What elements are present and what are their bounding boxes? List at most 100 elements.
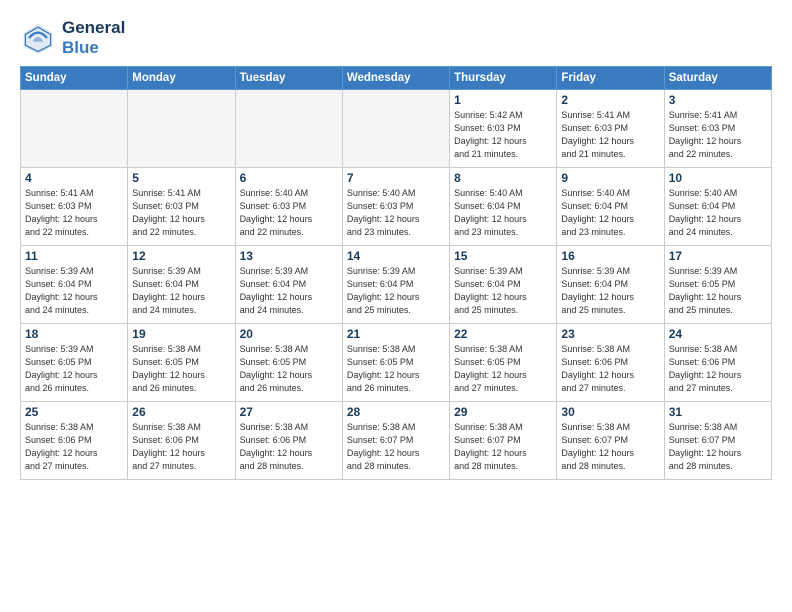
day-number: 16 — [561, 249, 659, 263]
day-info: Sunrise: 5:38 AM Sunset: 6:07 PM Dayligh… — [347, 421, 445, 473]
calendar-cell: 2 Sunrise: 5:41 AM Sunset: 6:03 PM Daylig… — [557, 90, 664, 168]
day-number: 13 — [240, 249, 338, 263]
calendar-cell: 25Sunrise: 5:38 AM Sunset: 6:06 PM Dayli… — [21, 402, 128, 480]
calendar-cell — [342, 90, 449, 168]
calendar-cell: 5Sunrise: 5:41 AM Sunset: 6:03 PM Daylig… — [128, 168, 235, 246]
logo-icon — [20, 20, 56, 56]
day-number: 7 — [347, 171, 445, 185]
calendar-cell: 6Sunrise: 5:40 AM Sunset: 6:03 PM Daylig… — [235, 168, 342, 246]
day-number: 10 — [669, 171, 767, 185]
weekday-header-monday: Monday — [128, 67, 235, 90]
day-info: Sunrise: 5:39 AM Sunset: 6:04 PM Dayligh… — [561, 265, 659, 317]
day-info: Sunrise: 5:40 AM Sunset: 6:03 PM Dayligh… — [347, 187, 445, 239]
calendar-cell: 20 Sunrise: 5:38 AM Sunset: 6:05 PM Dayli… — [235, 324, 342, 402]
day-info: Sunrise: 5:39 AM Sunset: 6:04 PM Dayligh… — [240, 265, 338, 317]
day-info: Sunrise: 5:38 AM Sunset: 6:05 PM Dayligh… — [240, 343, 338, 395]
day-number: 29 — [454, 405, 552, 419]
day-info: Sunrise: 5:41 AM Sunset: 6:03 PM Dayligh… — [561, 109, 659, 161]
calendar-cell: 4Sunrise: 5:41 AM Sunset: 6:03 PM Daylig… — [21, 168, 128, 246]
day-number: 2 — [561, 93, 659, 107]
weekday-header-wednesday: Wednesday — [342, 67, 449, 90]
calendar-table: SundayMondayTuesdayWednesdayThursdayFrid… — [20, 66, 772, 480]
day-info: Sunrise: 5:39 AM Sunset: 6:05 PM Dayligh… — [25, 343, 123, 395]
day-info: Sunrise: 5:38 AM Sunset: 6:07 PM Dayligh… — [561, 421, 659, 473]
calendar-cell: 3Sunrise: 5:41 AM Sunset: 6:03 PM Daylig… — [664, 90, 771, 168]
calendar-cell: 21Sunrise: 5:38 AM Sunset: 6:05 PM Dayli… — [342, 324, 449, 402]
day-number: 30 — [561, 405, 659, 419]
day-number: 24 — [669, 327, 767, 341]
weekday-header-friday: Friday — [557, 67, 664, 90]
week-row-3: 11Sunrise: 5:39 AM Sunset: 6:04 PM Dayli… — [21, 246, 772, 324]
calendar-cell: 31 Sunrise: 5:38 AM Sunset: 6:07 PM Dayli… — [664, 402, 771, 480]
calendar-cell: 7 Sunrise: 5:40 AM Sunset: 6:03 PM Daylig… — [342, 168, 449, 246]
calendar-header: SundayMondayTuesdayWednesdayThursdayFrid… — [21, 67, 772, 90]
day-number: 15 — [454, 249, 552, 263]
day-number: 12 — [132, 249, 230, 263]
day-number: 9 — [561, 171, 659, 185]
day-number: 1 — [454, 93, 552, 107]
day-info: Sunrise: 5:39 AM Sunset: 6:04 PM Dayligh… — [347, 265, 445, 317]
logo: General Blue — [20, 18, 125, 58]
day-info: Sunrise: 5:39 AM Sunset: 6:05 PM Dayligh… — [669, 265, 767, 317]
day-number: 8 — [454, 171, 552, 185]
calendar-cell: 29Sunrise: 5:38 AM Sunset: 6:07 PM Dayli… — [450, 402, 557, 480]
calendar-body: 1 Sunrise: 5:42 AM Sunset: 6:03 PM Daylig… — [21, 90, 772, 480]
calendar-cell: 19 Sunrise: 5:38 AM Sunset: 6:05 PM Dayli… — [128, 324, 235, 402]
day-info: Sunrise: 5:38 AM Sunset: 6:06 PM Dayligh… — [240, 421, 338, 473]
day-info: Sunrise: 5:40 AM Sunset: 6:04 PM Dayligh… — [561, 187, 659, 239]
day-number: 28 — [347, 405, 445, 419]
day-number: 18 — [25, 327, 123, 341]
weekday-header-row: SundayMondayTuesdayWednesdayThursdayFrid… — [21, 67, 772, 90]
day-info: Sunrise: 5:39 AM Sunset: 6:04 PM Dayligh… — [25, 265, 123, 317]
day-number: 22 — [454, 327, 552, 341]
day-number: 26 — [132, 405, 230, 419]
weekday-header-tuesday: Tuesday — [235, 67, 342, 90]
page: General Blue SundayMondayTuesdayWednesda… — [0, 0, 792, 612]
week-row-4: 18 Sunrise: 5:39 AM Sunset: 6:05 PM Dayli… — [21, 324, 772, 402]
calendar-cell: 28 Sunrise: 5:38 AM Sunset: 6:07 PM Dayli… — [342, 402, 449, 480]
day-info: Sunrise: 5:39 AM Sunset: 6:04 PM Dayligh… — [454, 265, 552, 317]
calendar-cell: 15 Sunrise: 5:39 AM Sunset: 6:04 PM Dayli… — [450, 246, 557, 324]
calendar-cell: 18 Sunrise: 5:39 AM Sunset: 6:05 PM Dayli… — [21, 324, 128, 402]
calendar-cell: 10 Sunrise: 5:40 AM Sunset: 6:04 PM Dayli… — [664, 168, 771, 246]
day-info: Sunrise: 5:42 AM Sunset: 6:03 PM Dayligh… — [454, 109, 552, 161]
day-info: Sunrise: 5:40 AM Sunset: 6:03 PM Dayligh… — [240, 187, 338, 239]
calendar-cell: 9 Sunrise: 5:40 AM Sunset: 6:04 PM Daylig… — [557, 168, 664, 246]
calendar-cell: 16 Sunrise: 5:39 AM Sunset: 6:04 PM Dayli… — [557, 246, 664, 324]
logo-text: General Blue — [62, 18, 125, 58]
calendar-cell: 22 Sunrise: 5:38 AM Sunset: 6:05 PM Dayli… — [450, 324, 557, 402]
calendar-cell: 13 Sunrise: 5:39 AM Sunset: 6:04 PM Dayli… — [235, 246, 342, 324]
day-info: Sunrise: 5:38 AM Sunset: 6:06 PM Dayligh… — [561, 343, 659, 395]
day-info: Sunrise: 5:40 AM Sunset: 6:04 PM Dayligh… — [454, 187, 552, 239]
day-info: Sunrise: 5:38 AM Sunset: 6:07 PM Dayligh… — [669, 421, 767, 473]
day-info: Sunrise: 5:38 AM Sunset: 6:05 PM Dayligh… — [454, 343, 552, 395]
calendar-cell: 27Sunrise: 5:38 AM Sunset: 6:06 PM Dayli… — [235, 402, 342, 480]
weekday-header-sunday: Sunday — [21, 67, 128, 90]
day-number: 14 — [347, 249, 445, 263]
calendar-cell — [128, 90, 235, 168]
day-number: 4 — [25, 171, 123, 185]
header: General Blue — [20, 18, 772, 58]
calendar-cell: 30 Sunrise: 5:38 AM Sunset: 6:07 PM Dayli… — [557, 402, 664, 480]
day-number: 23 — [561, 327, 659, 341]
day-number: 20 — [240, 327, 338, 341]
day-number: 3 — [669, 93, 767, 107]
calendar-cell: 12Sunrise: 5:39 AM Sunset: 6:04 PM Dayli… — [128, 246, 235, 324]
calendar-cell: 1 Sunrise: 5:42 AM Sunset: 6:03 PM Daylig… — [450, 90, 557, 168]
week-row-5: 25Sunrise: 5:38 AM Sunset: 6:06 PM Dayli… — [21, 402, 772, 480]
day-info: Sunrise: 5:38 AM Sunset: 6:05 PM Dayligh… — [132, 343, 230, 395]
day-number: 31 — [669, 405, 767, 419]
calendar-cell: 8 Sunrise: 5:40 AM Sunset: 6:04 PM Daylig… — [450, 168, 557, 246]
day-number: 19 — [132, 327, 230, 341]
calendar-cell: 26Sunrise: 5:38 AM Sunset: 6:06 PM Dayli… — [128, 402, 235, 480]
calendar-cell: 14 Sunrise: 5:39 AM Sunset: 6:04 PM Dayli… — [342, 246, 449, 324]
day-info: Sunrise: 5:41 AM Sunset: 6:03 PM Dayligh… — [132, 187, 230, 239]
day-info: Sunrise: 5:40 AM Sunset: 6:04 PM Dayligh… — [669, 187, 767, 239]
calendar-cell: 17Sunrise: 5:39 AM Sunset: 6:05 PM Dayli… — [664, 246, 771, 324]
calendar-cell: 11Sunrise: 5:39 AM Sunset: 6:04 PM Dayli… — [21, 246, 128, 324]
week-row-1: 1 Sunrise: 5:42 AM Sunset: 6:03 PM Daylig… — [21, 90, 772, 168]
calendar-cell: 23 Sunrise: 5:38 AM Sunset: 6:06 PM Dayli… — [557, 324, 664, 402]
weekday-header-thursday: Thursday — [450, 67, 557, 90]
calendar-cell — [235, 90, 342, 168]
calendar-cell — [21, 90, 128, 168]
